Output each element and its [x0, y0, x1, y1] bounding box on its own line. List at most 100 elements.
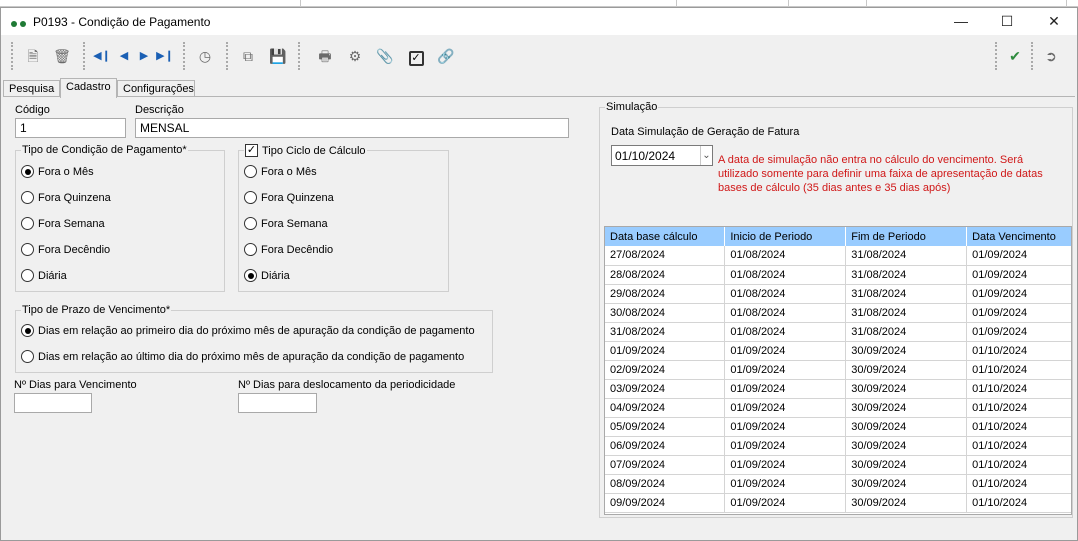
exit-icon[interactable]: ➲ [1040, 46, 1062, 66]
column-header[interactable]: Data Vencimento [966, 227, 1071, 246]
minimize-icon: — [954, 13, 968, 29]
delete-icon[interactable]: 🗑 [51, 46, 73, 66]
table-cell: 30/09/2024 [845, 398, 968, 418]
radio-label: Fora Quinzena [261, 191, 334, 204]
radio-condicao-fora-quinzena[interactable]: Fora Quinzena [21, 191, 111, 204]
radio-label: Fora Quinzena [38, 191, 111, 204]
radio-ciclo-fora-mes[interactable]: Fora o Mês [244, 165, 317, 178]
tipo-ciclo-checkbox[interactable]: ✓ [245, 144, 258, 157]
table-cell: 31/08/2024 [845, 303, 968, 323]
descricao-label: Descrição [135, 104, 184, 116]
table-cell: 02/09/2024 [605, 360, 726, 380]
checkbox-icon[interactable]: ✓ [405, 46, 427, 66]
copy-icon[interactable]: ⧉ [237, 46, 259, 66]
table-cell: 01/09/2024 [966, 265, 1071, 285]
table-cell: 01/09/2024 [966, 303, 1071, 323]
table-cell: 28/08/2024 [605, 265, 726, 285]
table-row[interactable]: 02/09/2024 01/09/2024 30/09/2024 01/10/2024 [605, 360, 1071, 380]
table-row[interactable]: 08/09/2024 01/09/2024 30/09/2024 01/10/2024 [605, 474, 1071, 494]
table-row[interactable]: 04/09/2024 01/09/2024 30/09/2024 01/10/2024 [605, 398, 1071, 418]
radio-label: Dias em relação ao último dia do próximo… [38, 350, 465, 363]
radio-ciclo-fora-decendio[interactable]: Fora Decêndio [244, 243, 333, 256]
tab-configuracoes[interactable]: Configurações [117, 80, 195, 97]
column-header[interactable]: Inicio de Periodo [724, 227, 847, 246]
tab-cadastro[interactable]: Cadastro [60, 78, 117, 98]
radio-condicao-fora-decendio[interactable]: Fora Decêndio [21, 243, 110, 256]
maximize-button[interactable]: ☐ [984, 8, 1030, 35]
confirm-icon[interactable]: ✔ [1004, 46, 1026, 66]
codigo-field[interactable]: 1 [15, 118, 126, 138]
save-icon[interactable]: 💾 [267, 46, 289, 66]
next-record-icon[interactable]: ▶ [133, 46, 155, 66]
table-row[interactable]: 29/08/2024 01/08/2024 31/08/2024 01/09/2024 [605, 284, 1071, 304]
table-cell: 31/08/2024 [845, 265, 968, 285]
radio-prazo-ultimo-dia[interactable]: Dias em relação ao último dia do próximo… [21, 350, 464, 363]
dias-deslocamento-label: Nº Dias para deslocamento da periodicida… [238, 379, 456, 391]
table-cell: 04/09/2024 [605, 398, 726, 418]
table-cell: 01/09/2024 [724, 379, 847, 399]
simulacao-grid[interactable]: Data base cálculo Inicio de Periodo Fim de… [604, 226, 1072, 515]
table-row[interactable]: 07/09/2024 01/09/2024 30/09/2024 01/10/2024 [605, 455, 1071, 475]
table-cell: 30/09/2024 [845, 474, 968, 494]
chevron-down-icon[interactable]: ⌄ [700, 146, 712, 165]
descricao-field[interactable]: MENSAL [135, 118, 569, 138]
radio-label: Diária [261, 269, 290, 282]
print-icon[interactable]: 🖶 [314, 46, 336, 66]
table-row[interactable]: 03/09/2024 01/09/2024 30/09/2024 01/10/2024 [605, 379, 1071, 399]
radio-icon [244, 165, 257, 178]
table-cell: 31/08/2024 [845, 322, 968, 342]
history-icon[interactable]: ◷ [194, 46, 216, 66]
table-row[interactable]: 05/09/2024 01/09/2024 30/09/2024 01/10/2024 [605, 417, 1071, 437]
table-cell: 31/08/2024 [845, 284, 968, 304]
close-button[interactable]: ✕ [1031, 8, 1077, 35]
table-row[interactable]: 01/09/2024 01/09/2024 30/09/2024 01/10/2024 [605, 341, 1071, 361]
table-cell: 01/09/2024 [966, 284, 1071, 304]
new-document-icon[interactable]: 🗎 [22, 46, 44, 66]
minimize-button[interactable]: — [938, 8, 984, 35]
table-cell: 01/09/2024 [966, 322, 1071, 342]
radio-label: Fora Semana [38, 217, 105, 230]
table-cell: 30/09/2024 [845, 455, 968, 475]
radio-condicao-diaria[interactable]: Diária [21, 269, 67, 282]
radio-icon [21, 269, 34, 282]
table-cell: 01/09/2024 [724, 398, 847, 418]
table-row[interactable]: 06/09/2024 01/09/2024 30/09/2024 01/10/2024 [605, 436, 1071, 456]
radio-ciclo-fora-semana[interactable]: Fora Semana [244, 217, 328, 230]
table-row[interactable]: 09/09/2024 01/09/2024 30/09/2024 01/10/2024 [605, 493, 1071, 513]
table-row[interactable]: 28/08/2024 01/08/2024 31/08/2024 01/09/2024 [605, 265, 1071, 285]
simulacao-note: A data de simulação não entra no cálculo… [718, 154, 1043, 194]
radio-icon [244, 191, 257, 204]
first-record-icon[interactable]: ◀❙ [91, 46, 113, 66]
radio-label: Dias em relação ao primeiro dia do próxi… [38, 324, 475, 337]
table-cell: 01/09/2024 [724, 455, 847, 475]
table-cell: 01/09/2024 [966, 246, 1071, 266]
table-row[interactable]: 31/08/2024 01/08/2024 31/08/2024 01/09/2024 [605, 322, 1071, 342]
radio-icon [21, 350, 34, 363]
radio-ciclo-diaria[interactable]: Diária [244, 269, 290, 282]
dias-deslocamento-field[interactable] [238, 393, 317, 413]
column-header[interactable]: Fim de Periodo [845, 227, 968, 246]
table-cell: 01/10/2024 [966, 379, 1071, 399]
table-cell: 01/08/2024 [724, 246, 847, 266]
column-header[interactable]: Data base cálculo [605, 227, 726, 246]
app-window: P0193 - Condição de Pagamento — ☐ ✕ 🗎 🗑 … [0, 7, 1078, 541]
table-row[interactable]: 27/08/2024 01/08/2024 31/08/2024 01/09/2024 [605, 246, 1071, 266]
radio-condicao-fora-semana[interactable]: Fora Semana [21, 217, 105, 230]
radio-label: Fora o Mês [38, 165, 94, 178]
radio-ciclo-fora-quinzena[interactable]: Fora Quinzena [244, 191, 334, 204]
tab-pesquisa[interactable]: Pesquisa [3, 80, 60, 97]
dias-vencimento-field[interactable] [14, 393, 92, 413]
attach-icon[interactable]: 📎 [374, 46, 396, 66]
tipo-ciclo-label: Tipo Ciclo de Cálculo [262, 144, 366, 157]
table-row[interactable]: 30/08/2024 01/08/2024 31/08/2024 01/09/2024 [605, 303, 1071, 323]
link-icon[interactable]: 🔗 [435, 46, 457, 66]
table-cell: 01/10/2024 [966, 360, 1071, 380]
previous-record-icon[interactable]: ◀ [113, 46, 135, 66]
radio-prazo-primeiro-dia[interactable]: Dias em relação ao primeiro dia do próxi… [21, 324, 475, 337]
settings-icon[interactable]: ⚙ [344, 46, 366, 66]
table-cell: 01/10/2024 [966, 341, 1071, 361]
last-record-icon[interactable]: ▶❙ [154, 46, 176, 66]
data-simulacao-picker[interactable]: 01/10/2024 ⌄ [611, 145, 713, 166]
radio-condicao-fora-mes[interactable]: Fora o Mês [21, 165, 94, 178]
toolbar: 🗎 🗑 ◀❙ ◀ ▶ ▶❙ ◷ ⧉ 💾 🖶 ⚙ 📎 ✓ 🔗 ✔ ➲ [1, 36, 1077, 74]
